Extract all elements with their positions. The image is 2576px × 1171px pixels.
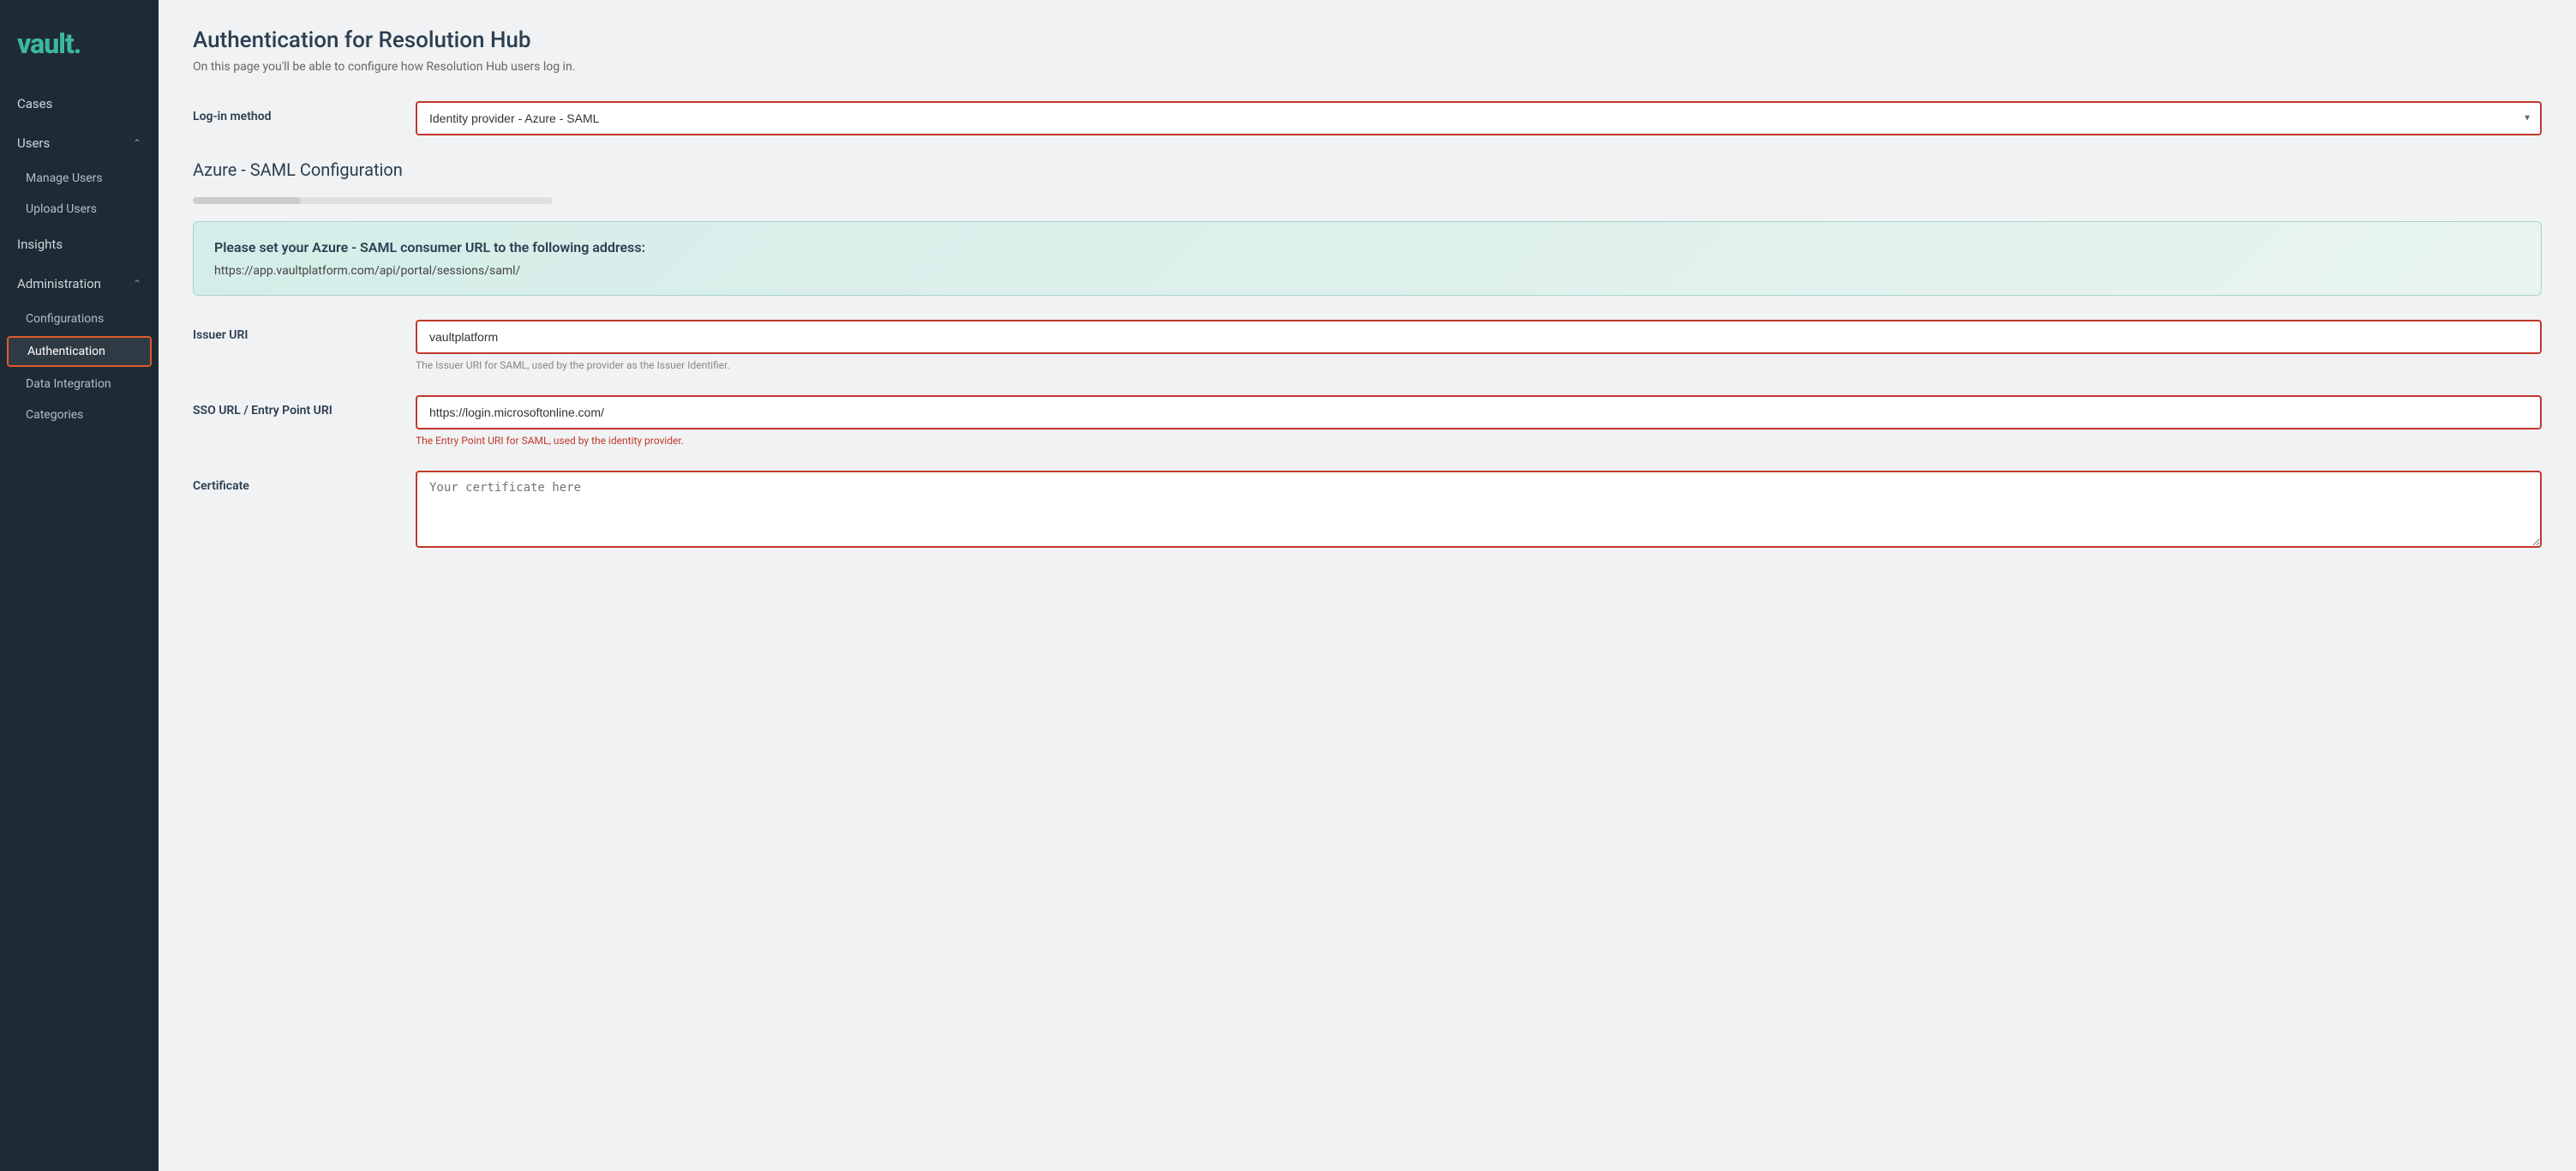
saml-info-box: Please set your Azure - SAML consumer UR… (193, 221, 2542, 296)
page-subtitle: On this page you'll be able to configure… (193, 60, 2542, 74)
sidebar-item-categories[interactable]: Categories (0, 399, 159, 430)
data-integration-label: Data Integration (26, 377, 111, 391)
issuer-uri-label: Issuer URI (193, 320, 381, 342)
sidebar-item-insights[interactable]: Insights (0, 225, 159, 264)
progress-bar (193, 197, 553, 204)
sidebar: vault. Cases Users ⌃ Manage Users Upload… (0, 0, 159, 1171)
sidebar-item-upload-users[interactable]: Upload Users (0, 194, 159, 225)
issuer-uri-row: Issuer URI The Issuer URI for SAML, used… (193, 320, 2542, 371)
issuer-uri-control: The Issuer URI for SAML, used by the pro… (416, 320, 2542, 371)
login-method-select-wrapper: Identity provider - Azure - SAMLUsername… (416, 101, 2542, 135)
progress-bar-fill (193, 197, 301, 204)
sidebar-insights-label: Insights (17, 237, 63, 252)
page-title: Authentication for Resolution Hub (193, 27, 2542, 53)
issuer-uri-hint: The Issuer URI for SAML, used by the pro… (416, 359, 2542, 371)
login-method-row: Log-in method Identity provider - Azure … (193, 101, 2542, 135)
sidebar-item-configurations[interactable]: Configurations (0, 303, 159, 334)
upload-users-label: Upload Users (26, 202, 97, 216)
issuer-uri-input[interactable] (416, 320, 2542, 354)
sidebar-item-cases[interactable]: Cases (0, 84, 159, 123)
sso-url-control: The Entry Point URI for SAML, used by th… (416, 395, 2542, 447)
sidebar-item-administration[interactable]: Administration ⌃ (0, 264, 159, 303)
sso-url-row: SSO URL / Entry Point URI The Entry Poin… (193, 395, 2542, 447)
login-method-control: Identity provider - Azure - SAMLUsername… (416, 101, 2542, 135)
sidebar-item-data-integration[interactable]: Data Integration (0, 369, 159, 399)
users-chevron-icon: ⌃ (133, 137, 141, 149)
authentication-label: Authentication (27, 345, 105, 358)
sidebar-item-users[interactable]: Users ⌃ (0, 123, 159, 163)
sso-url-hint: The Entry Point URI for SAML, used by th… (416, 435, 2542, 447)
administration-chevron-icon: ⌃ (133, 278, 141, 290)
sso-url-input[interactable] (416, 395, 2542, 429)
configurations-label: Configurations (26, 312, 104, 326)
certificate-label: Certificate (193, 471, 381, 493)
certificate-control (416, 471, 2542, 551)
info-box-url: https://app.vaultplatform.com/api/portal… (214, 264, 2520, 278)
certificate-row: Certificate (193, 471, 2542, 551)
sidebar-item-manage-users[interactable]: Manage Users (0, 163, 159, 194)
sidebar-administration-label: Administration (17, 276, 101, 291)
info-box-title: Please set your Azure - SAML consumer UR… (214, 239, 2520, 255)
certificate-textarea[interactable] (416, 471, 2542, 548)
categories-label: Categories (26, 408, 83, 422)
saml-section-title: Azure - SAML Configuration (193, 159, 2542, 180)
sidebar-users-label: Users (17, 135, 50, 151)
sso-url-label: SSO URL / Entry Point URI (193, 395, 381, 417)
main-content: Authentication for Resolution Hub On thi… (159, 0, 2576, 1171)
manage-users-label: Manage Users (26, 171, 103, 185)
sidebar-item-authentication[interactable]: Authentication (7, 336, 152, 367)
login-method-label: Log-in method (193, 101, 381, 123)
app-logo: vault. (0, 17, 159, 84)
login-method-select[interactable]: Identity provider - Azure - SAMLUsername… (416, 101, 2542, 135)
sidebar-cases-label: Cases (17, 96, 52, 111)
